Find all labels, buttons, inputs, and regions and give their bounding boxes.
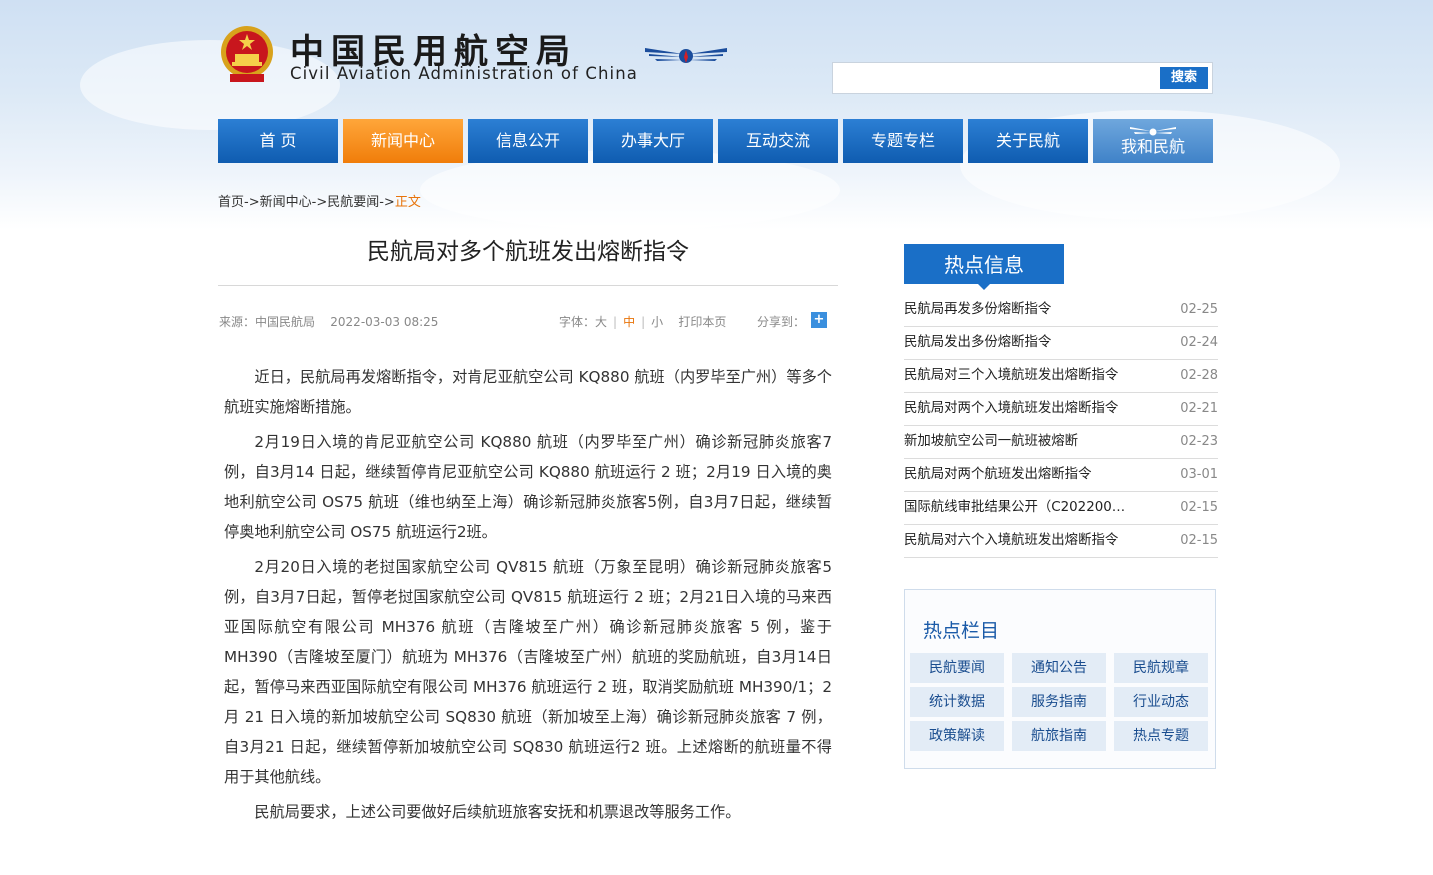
hot-info-date: 02-25 [1180,302,1218,317]
breadcrumb-separator: -> [379,195,395,210]
hot-info-date: 02-21 [1180,401,1218,416]
site-title-en: Civil Aviation Administration of China [290,64,638,83]
breadcrumb-news-center[interactable]: 新闻中心 [260,195,312,210]
font-size-large[interactable]: 大 [595,315,607,329]
column-link[interactable]: 服务指南 [1012,687,1106,717]
caac-wings-logo-icon [645,48,727,63]
header-background [0,0,1433,230]
hot-columns-panel: 热点栏目 民航要闻 通知公告 民航规章 统计数据 服务指南 行业动态 政策解读 … [904,589,1216,769]
hot-info-item[interactable]: 民航局再发多份熔断指令 02-25 [904,294,1218,327]
hot-info-title[interactable]: 民航局对六个入境航班发出熔断指令 [904,525,1144,557]
hot-columns-title: 热点栏目 [923,620,1000,642]
hot-info-date: 02-15 [1180,533,1218,548]
hot-info-item[interactable]: 国际航线审批结果公开（C202200… 02-15 [904,492,1218,525]
column-link[interactable]: 通知公告 [1012,653,1106,683]
divider [218,285,838,286]
search-input[interactable] [833,63,1153,93]
hot-info-date: 02-24 [1180,335,1218,350]
hot-info-date: 03-01 [1180,467,1218,482]
national-emblem-icon [221,26,273,82]
hot-info-title[interactable]: 民航局再发多份熔断指令 [904,294,1144,326]
hot-info-item[interactable]: 民航局对两个航班发出熔断指令 03-01 [904,459,1218,492]
main-nav: 首 页 新闻中心 信息公开 办事大厅 互动交流 专题专栏 关于民航 我和民航 [218,119,1213,163]
hot-info-title[interactable]: 民航局对三个入境航班发出熔断指令 [904,360,1144,392]
column-link[interactable]: 航旅指南 [1012,721,1106,751]
column-link[interactable]: 行业动态 [1114,687,1208,717]
article-paragraph: 2月19日入境的肯尼亚航空公司 KQ880 航班（内罗毕至广州）确诊新冠肺炎旅客… [224,433,832,541]
nav-item-service-hall[interactable]: 办事大厅 [593,119,713,163]
article-source: 来源：中国民航局 [219,315,316,329]
column-link[interactable]: 统计数据 [910,687,1004,717]
hot-info-title[interactable]: 新加坡航空公司一航班被熔断 [904,426,1144,458]
hot-info-date: 02-28 [1180,368,1218,383]
column-link[interactable]: 政策解读 [910,721,1004,751]
article-body: 近日，民航局再发熔断指令，对肯尼亚航空公司 KQ880 航班（内罗毕至广州）等多… [224,362,832,832]
breadcrumb-separator: -> [244,195,260,210]
hot-info-item[interactable]: 新加坡航空公司一航班被熔断 02-23 [904,426,1218,459]
breadcrumb-home[interactable]: 首页 [218,195,244,210]
hot-info-item[interactable]: 民航局发出多份熔断指令 02-24 [904,327,1218,360]
hot-info-title[interactable]: 民航局发出多份熔断指令 [904,327,1144,359]
nav-item-home[interactable]: 首 页 [218,119,338,163]
nav-item-about[interactable]: 关于民航 [968,119,1088,163]
hot-info-title[interactable]: 民航局对两个航班发出熔断指令 [904,459,1144,491]
font-size-medium[interactable]: 中 [623,315,635,329]
font-size-small[interactable]: 小 [651,315,663,329]
article-paragraph: 近日，民航局再发熔断指令，对肯尼亚航空公司 KQ880 航班（内罗毕至广州）等多… [224,368,832,416]
nav-item-interaction[interactable]: 互动交流 [718,119,838,163]
nav-item-special-topics[interactable]: 专题专栏 [843,119,963,163]
font-size-label: 字体： [559,315,596,329]
hot-info-date: 02-15 [1180,500,1218,515]
column-link[interactable]: 热点专题 [1114,721,1208,751]
article-meta: 来源：中国民航局 2022-03-03 08:25 [219,313,438,330]
nav-item-me-and-caac[interactable]: 我和民航 [1093,119,1213,163]
hot-info-item[interactable]: 民航局对两个入境航班发出熔断指令 02-21 [904,393,1218,426]
nav-item-info-disclosure[interactable]: 信息公开 [468,119,588,163]
share-plus-icon[interactable]: + [811,312,827,328]
breadcrumb-separator: -> [311,195,328,210]
breadcrumb-section[interactable]: 民航要闻 [327,195,379,210]
article-title: 民航局对多个航班发出熔断指令 [367,239,689,265]
hot-info-date: 02-23 [1180,434,1218,449]
column-link[interactable]: 民航规章 [1114,653,1208,683]
search-button[interactable]: 搜索 [1160,67,1208,89]
hot-info-list: 民航局再发多份熔断指令 02-25 民航局发出多份熔断指令 02-24 民航局对三个… [904,294,1218,558]
article-paragraph: 2月20日入境的老挝国家航空公司 QV815 航班（万象至昆明）确诊新冠肺炎旅客… [224,558,832,786]
hot-info-title[interactable]: 民航局对两个入境航班发出熔断指令 [904,393,1144,425]
breadcrumb-current: 正文 [394,195,421,210]
font-size-controls: 字体：大 | 中 | 小 打印本页 [559,315,727,329]
article-paragraph: 民航局要求，上述公司要做好后续航班旅客安抚和机票退改等服务工作。 [254,803,741,821]
column-link[interactable]: 民航要闻 [910,653,1004,683]
hot-info-tab[interactable]: 热点信息 [904,244,1064,290]
hot-info-title[interactable]: 国际航线审批结果公开（C202200… [904,492,1144,524]
wings-icon [1130,127,1176,136]
nav-item-news-center[interactable]: 新闻中心 [343,119,463,163]
share-label: 分享到： [757,315,806,329]
article-datetime: 2022-03-03 08:25 [330,315,439,329]
breadcrumb: 首页->新闻中心->民航要闻->正文 [218,191,421,210]
hot-info-item[interactable]: 民航局对六个入境航班发出熔断指令 02-15 [904,525,1218,558]
search-box: 搜索 [832,62,1213,94]
hot-info-item[interactable]: 民航局对三个入境航班发出熔断指令 02-28 [904,360,1218,393]
print-link[interactable]: 打印本页 [678,315,726,329]
nav-item-label: 我和民航 [1120,137,1185,156]
